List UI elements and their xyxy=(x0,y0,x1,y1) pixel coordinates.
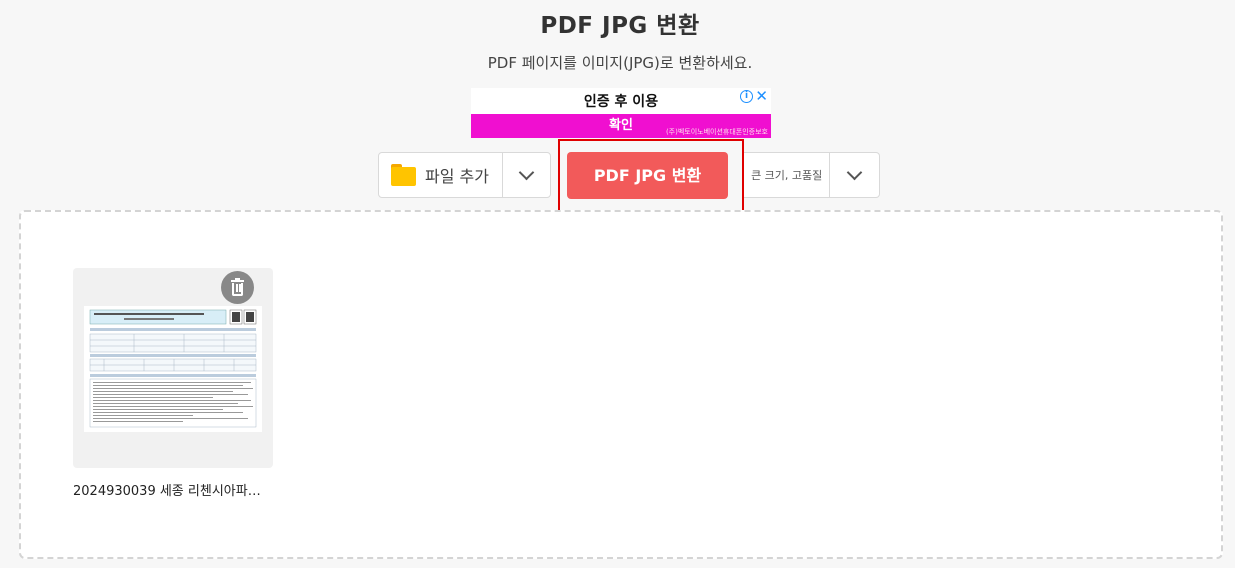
document-preview-graphic xyxy=(89,309,257,428)
chevron-down-icon xyxy=(846,164,863,181)
quality-option-group: 큰 크기, 고품질 xyxy=(744,152,880,198)
trash-icon[interactable] xyxy=(221,271,254,304)
chevron-down-icon xyxy=(518,164,535,181)
add-file-button[interactable]: 파일 추가 xyxy=(379,153,502,197)
page-title: PDF JPG 변환 xyxy=(540,13,700,39)
info-icon[interactable]: i xyxy=(740,90,753,103)
quality-option-select[interactable]: 큰 크기, 고품질 xyxy=(744,153,829,197)
ad-headline: 인증 후 이용 xyxy=(583,94,659,110)
ad-sponsor-text: (주)벡토이노베이션휴대폰인증보호 xyxy=(665,128,768,136)
add-file-group: 파일 추가 xyxy=(378,152,551,198)
close-icon[interactable]: ✕ xyxy=(755,88,768,104)
convert-button[interactable]: PDF JPG 변환 xyxy=(567,152,728,199)
ad-confirm-button[interactable]: 확인 (주)벡토이노베이션휴대폰인증보호 xyxy=(471,114,771,138)
file-name: 2024930039 세종 리첸시아파… xyxy=(73,484,261,499)
ad-cta-label: 확인 xyxy=(609,118,633,133)
folder-icon xyxy=(391,164,416,186)
add-file-dropdown[interactable] xyxy=(501,153,550,197)
add-file-label: 파일 추가 xyxy=(425,167,489,186)
page-subtitle: PDF 페이지를 이미지(JPG)로 변환하세요. xyxy=(487,54,753,72)
quality-option-dropdown[interactable] xyxy=(829,153,879,197)
ad-banner[interactable]: 인증 후 이용 i ✕ 확인 (주)벡토이노베이션휴대폰인증보호 xyxy=(471,88,771,138)
pdf-page-thumbnail xyxy=(84,306,262,432)
